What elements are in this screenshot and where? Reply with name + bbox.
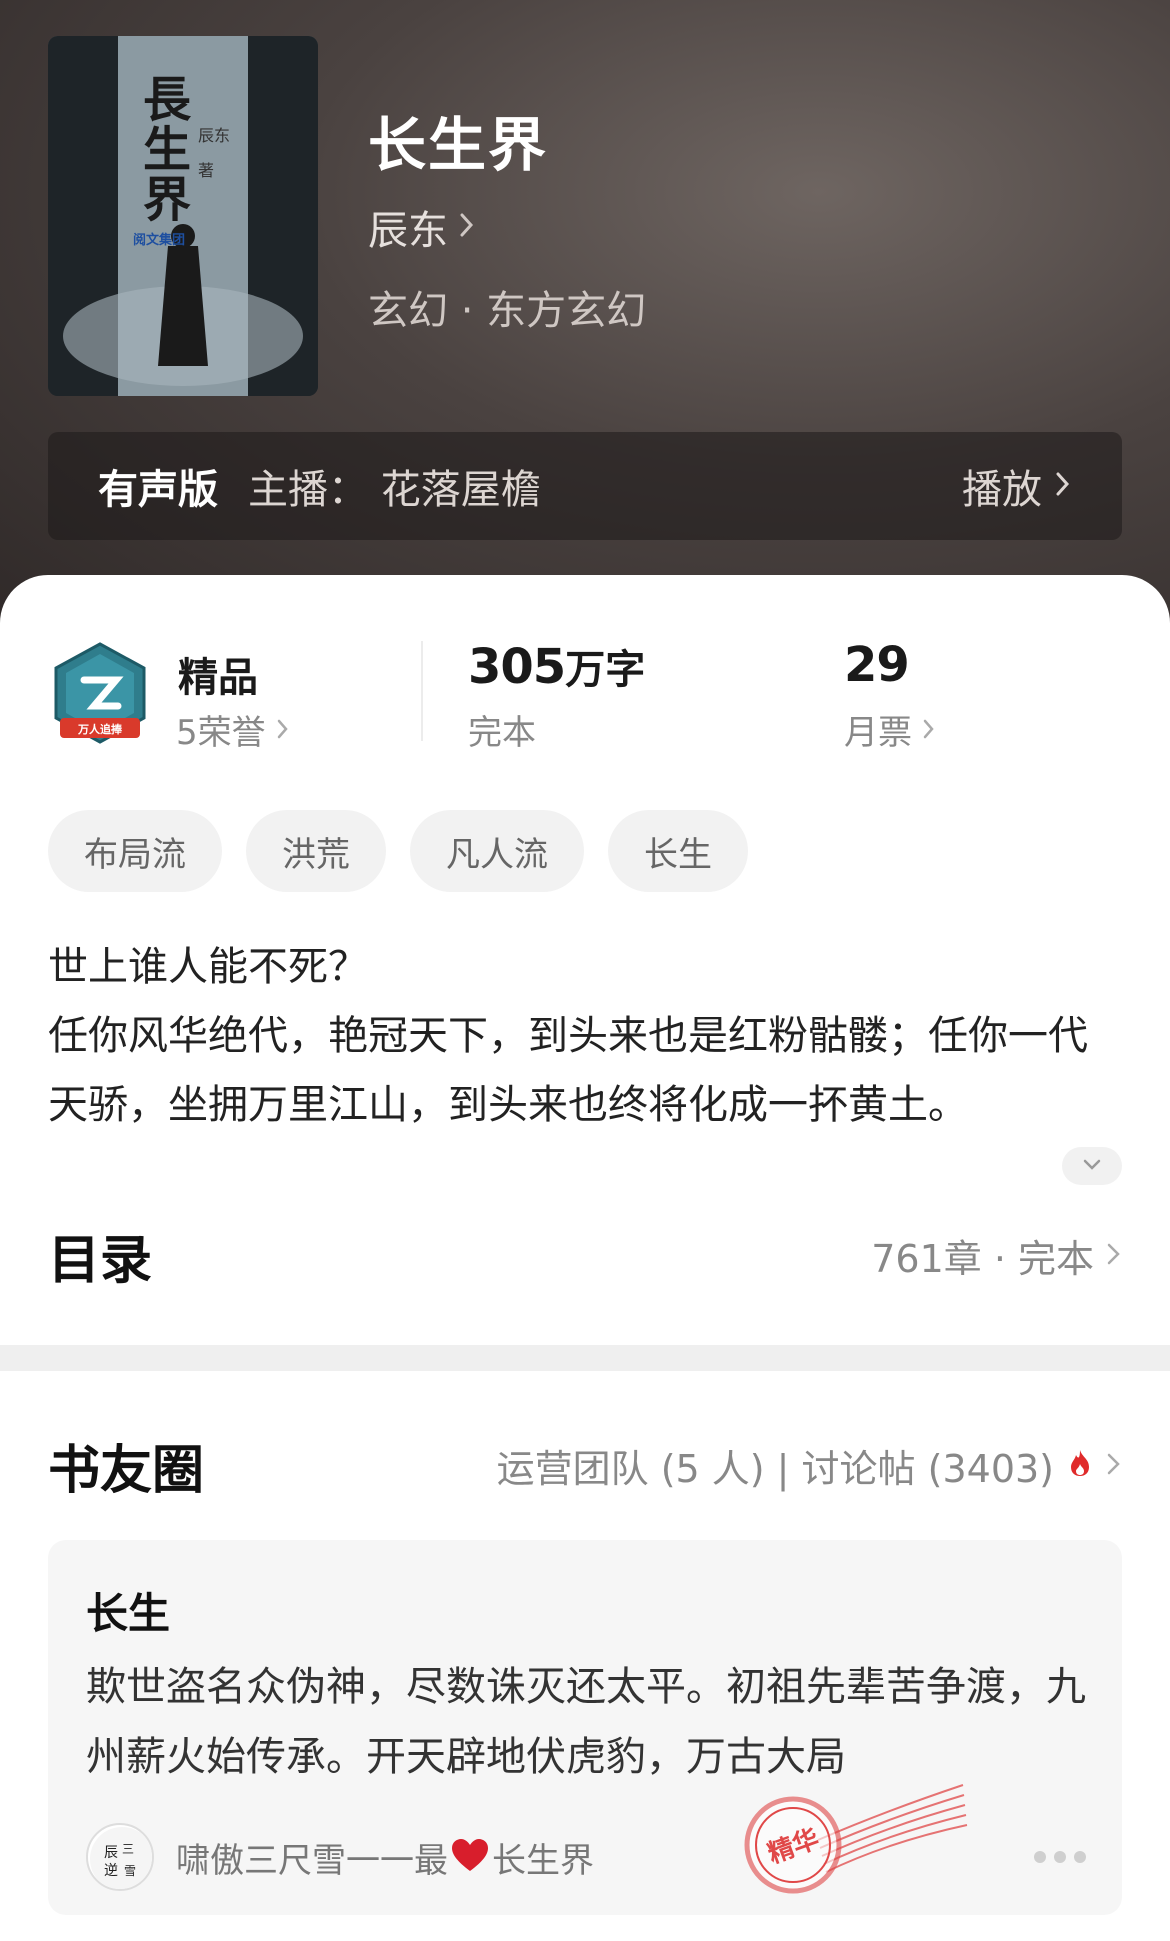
book-synopsis[interactable]: 世上谁人能不死？ 任你风华绝代，艳冠天下，到头来也是红粉骷髅；任你一代天骄，坐拥… xyxy=(48,933,1122,1140)
monthly-tickets-number: 29 xyxy=(844,637,910,693)
chevron-right-icon xyxy=(1054,463,1072,509)
quality-title: 精品 xyxy=(178,655,258,701)
expand-synopsis-button[interactable] xyxy=(1062,1147,1122,1185)
svg-text:逆: 逆 xyxy=(104,1863,118,1879)
svg-text:界: 界 xyxy=(143,172,191,228)
book-status: 完本 xyxy=(468,713,536,753)
circle-stats: 运营团队 (5 人) | 讨论帖 (3403) xyxy=(496,1446,1054,1491)
word-count-number: 305 xyxy=(468,639,566,695)
featured-post-card[interactable]: 长生 欺世盗名众伪神，尽数诛灭还太平。初祖先辈苦争渡，九州薪火始传承。开天辟地伏… xyxy=(48,1540,1122,1915)
cover-title: 長 xyxy=(143,72,192,128)
play-button[interactable]: 播放 xyxy=(962,457,1072,515)
svg-text:辰东: 辰东 xyxy=(198,126,230,145)
chevron-right-icon xyxy=(458,204,476,250)
tag-list: 布局流 洪荒 凡人流 长生 xyxy=(48,810,748,892)
post-footer: 辰 三 逆 雪 啸傲三尺雪一一最 长生界 xyxy=(86,1822,1086,1892)
tag-chip[interactable]: 洪荒 xyxy=(246,810,386,892)
chevron-right-icon xyxy=(1106,1443,1122,1487)
fire-icon xyxy=(1068,1443,1092,1487)
author-link[interactable]: 辰东 xyxy=(368,198,476,256)
book-cover[interactable]: 長 生 界 辰东 著 阅文集团 xyxy=(48,36,318,396)
author-name: 辰东 xyxy=(368,208,448,254)
tag-chip[interactable]: 长生 xyxy=(608,810,748,892)
chevron-right-icon xyxy=(276,710,290,750)
toc-info: 761章 · 完本 xyxy=(871,1228,1122,1283)
chevron-right-icon xyxy=(922,710,936,750)
svg-text:三: 三 xyxy=(122,1842,134,1856)
stats-divider xyxy=(421,641,423,741)
book-genre: 玄幻 · 东方玄幻 xyxy=(368,288,647,334)
reader-circle-title: 书友圈 xyxy=(48,1440,205,1501)
chevron-right-icon xyxy=(1106,1233,1122,1277)
monthly-tickets-label: 月票 xyxy=(844,713,912,753)
synopsis-text: 世上谁人能不死？ 任你风华绝代，艳冠天下，到头来也是红粉骷髅；任你一代天骄，坐拥… xyxy=(48,944,1088,1128)
stats-row: 万人追捧 精品 5荣誉 305万字 完本 29 月票 xyxy=(0,575,1170,775)
reader-circle-info: 运营团队 (5 人) | 讨论帖 (3403) xyxy=(497,1438,1122,1493)
svg-text:辰: 辰 xyxy=(104,1845,118,1861)
audio-version-bar[interactable]: 有声版 主播： 花落屋檐 播放 xyxy=(48,432,1122,540)
svg-text:生: 生 xyxy=(143,122,191,178)
honors-link[interactable]: 5荣誉 xyxy=(176,705,290,754)
chevron-down-icon xyxy=(1081,1157,1103,1176)
toc-title: 目录 xyxy=(48,1230,153,1291)
post-author: 啸傲三尺雪一一最 xyxy=(176,1840,448,1881)
reader-circle-row[interactable]: 书友圈 运营团队 (5 人) | 讨论帖 (3403) xyxy=(48,1425,1122,1505)
tag-chip[interactable]: 凡人流 xyxy=(410,810,584,892)
table-of-contents-row[interactable]: 目录 761章 · 完本 xyxy=(48,1215,1122,1295)
monthly-tickets-link[interactable]: 月票 xyxy=(844,705,936,754)
heart-icon xyxy=(450,1837,490,1877)
audio-host: 主播： 花落屋檐 xyxy=(248,467,541,513)
book-detail-card: 万人追捧 精品 5荣誉 305万字 完本 29 月票 布局流 洪荒 凡人流 长生… xyxy=(0,575,1170,1941)
audio-label: 有声版 xyxy=(98,467,218,513)
tag-chip[interactable]: 布局流 xyxy=(48,810,222,892)
honors-count: 5荣誉 xyxy=(176,713,266,753)
play-label: 播放 xyxy=(962,467,1042,513)
badge-label: 万人追捧 xyxy=(77,722,123,736)
book-title: 长生界 xyxy=(368,111,549,179)
post-title: 长生 xyxy=(86,1589,171,1638)
section-divider xyxy=(0,1345,1170,1371)
svg-text:雪: 雪 xyxy=(124,1864,136,1878)
book-header: 長 生 界 辰东 著 阅文集团 长生界 辰东 玄幻 · 东方玄幻 有声版 主播：… xyxy=(0,0,1170,640)
word-count: 305万字 xyxy=(468,637,645,695)
svg-text:著: 著 xyxy=(198,161,214,180)
post-book-name: 长生界 xyxy=(492,1840,594,1881)
more-options-icon[interactable] xyxy=(1034,1851,1086,1863)
monthly-tickets: 29 xyxy=(844,637,910,693)
avatar[interactable]: 辰 三 逆 雪 xyxy=(86,1823,154,1891)
word-count-unit: 万字 xyxy=(565,647,646,693)
chapter-count: 761章 · 完本 xyxy=(871,1236,1094,1281)
svg-text:阅文集团: 阅文集团 xyxy=(133,232,185,248)
quality-badge-icon[interactable]: 万人追捧 xyxy=(50,640,150,750)
